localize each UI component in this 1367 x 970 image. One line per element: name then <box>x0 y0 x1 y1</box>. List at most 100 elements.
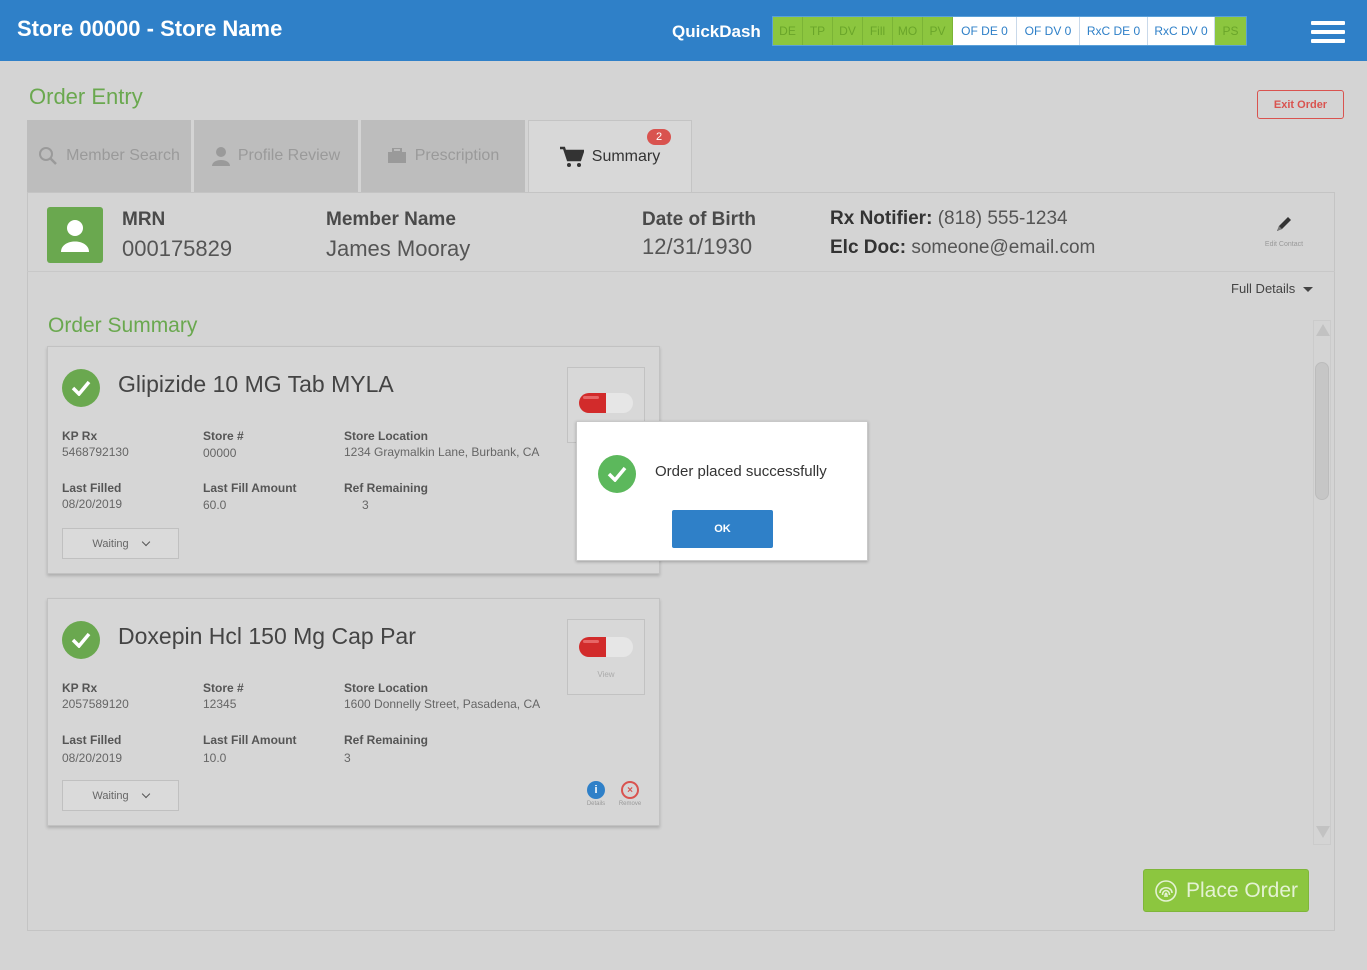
ok-button[interactable]: OK <box>672 510 773 548</box>
summary-count-badge: 2 <box>647 129 671 145</box>
store-location-value: 1234 Graymalkin Lane, Burbank, CA <box>344 445 540 459</box>
scroll-down-arrow-icon[interactable] <box>1316 826 1330 838</box>
tab-label: Profile Review <box>237 147 341 164</box>
capsule-icon <box>577 391 635 420</box>
check-circle-icon <box>62 621 100 659</box>
quickdash-of-dv[interactable]: OF DV 0 <box>1017 17 1080 45</box>
quickdash-dv[interactable]: DV <box>833 17 863 45</box>
remove-x-icon: × <box>621 781 639 799</box>
quickdash-tp[interactable]: TP <box>803 17 833 45</box>
store-number-value: 00000 <box>203 446 237 460</box>
rx-notifier-value: (818) 555-1234 <box>937 208 1068 229</box>
tab-label: Summary <box>591 147 661 165</box>
tab-label: Member Search <box>66 147 180 164</box>
search-icon <box>38 146 58 166</box>
status-dropdown[interactable]: Waiting <box>62 528 179 559</box>
store-number-label: Store # <box>203 681 244 695</box>
member-name-value: James Mooray <box>326 236 471 261</box>
status-value: Waiting <box>92 789 129 802</box>
store-title: Store 00000 - Store Name <box>17 16 283 41</box>
quickdash-fill[interactable]: Fill <box>863 17 893 45</box>
capsule-icon <box>577 635 635 664</box>
quickdash-de[interactable]: DE <box>773 17 803 45</box>
quickdash-mo[interactable]: MO <box>893 17 923 45</box>
fingerprint-icon <box>1154 879 1178 903</box>
last-fill-amount-label: Last Fill Amount <box>203 733 297 747</box>
member-name-label: Member Name <box>326 209 456 230</box>
store-number-value: 12345 <box>203 697 237 711</box>
last-filled-label: Last Filled <box>62 733 122 747</box>
success-dialog: Order placed successfully OK <box>576 421 868 561</box>
drug-name: Glipizide 10 MG Tab MYLA <box>118 371 394 397</box>
pencil-icon <box>1274 217 1294 238</box>
place-order-label: Place Order <box>1185 878 1299 902</box>
order-card: Doxepin Hcl 150 Mg Cap Par View KP Rx 20… <box>47 598 660 826</box>
info-icon: i <box>587 781 605 799</box>
mrn-value: 000175829 <box>122 236 233 261</box>
last-filled-value: 08/20/2019 <box>62 751 123 765</box>
store-location-label: Store Location <box>344 681 429 695</box>
last-filled-label: Last Filled <box>62 481 122 495</box>
details-label: Details <box>586 801 606 807</box>
top-bar: Store 00000 - Store Name QuickDash DE TP… <box>0 0 1367 61</box>
cart-icon <box>559 146 584 168</box>
last-fill-amount-value: 10.0 <box>203 751 227 765</box>
tab-summary[interactable]: Summary 2 <box>528 120 692 192</box>
tab-label: Prescription <box>414 147 500 164</box>
last-fill-amount-label: Last Fill Amount <box>203 481 297 495</box>
dialog-message: Order placed successfully <box>655 463 827 480</box>
store-location-value: 1600 Donnelly Street, Pasadena, CA <box>344 697 541 711</box>
briefcase-icon <box>387 148 407 164</box>
details-button[interactable]: i Details <box>579 781 613 807</box>
tab-member-search[interactable]: Member Search <box>27 120 191 192</box>
store-location-label: Store Location <box>344 429 429 443</box>
avatar <box>47 207 103 263</box>
quickdash-rxc-de[interactable]: RxC DE 0 <box>1080 17 1148 45</box>
quickdash-rxc-dv[interactable]: RxC DV 0 <box>1148 17 1215 45</box>
dob-value: 12/31/1930 <box>642 234 753 259</box>
status-value: Waiting <box>92 537 129 550</box>
rx-notifier-label: Rx Notifier: <box>830 208 933 229</box>
drug-name: Doxepin Hcl 150 Mg Cap Par <box>118 623 416 649</box>
elc-doc-label: Elc Doc: <box>830 237 907 258</box>
edit-contact-button[interactable]: Edit Contact <box>1259 214 1309 248</box>
remove-button[interactable]: × Remove <box>613 781 647 807</box>
ref-remaining-label: Ref Remaining <box>344 733 429 747</box>
kp-rx-label: KP Rx <box>62 429 98 443</box>
chevron-down-icon <box>141 789 150 798</box>
mrn-label: MRN <box>122 209 166 230</box>
scroll-up-arrow-icon[interactable] <box>1316 324 1330 336</box>
place-order-button[interactable]: Place Order <box>1143 869 1309 912</box>
full-details-toggle[interactable]: Full Details <box>1231 281 1314 296</box>
hamburger-menu-icon[interactable] <box>1311 21 1345 43</box>
view-pill-button[interactable]: View <box>567 619 645 695</box>
dob-label: Date of Birth <box>642 209 756 230</box>
quickdash-label[interactable]: QuickDash <box>672 22 761 42</box>
quickdash-ps[interactable]: PS <box>1215 17 1246 45</box>
user-icon <box>211 146 230 166</box>
elc-doc: Elc Doc: someone@email.com <box>830 237 1095 259</box>
chevron-down-icon <box>141 537 150 546</box>
full-details-label: Full Details <box>1231 281 1296 296</box>
elc-doc-value: someone@email.com <box>911 237 1096 258</box>
tab-prescription[interactable]: Prescription <box>361 120 525 192</box>
page-title: Order Entry <box>29 84 143 109</box>
rx-notifier: Rx Notifier: (818) 555-1234 <box>830 208 1068 230</box>
view-label: View <box>597 670 615 679</box>
ref-remaining-value: 3 <box>362 498 369 512</box>
scrollbar-thumb[interactable] <box>1315 362 1329 500</box>
edit-contact-label: Edit Contact <box>1264 241 1304 248</box>
exit-order-button[interactable]: Exit Order <box>1257 90 1344 119</box>
quickdash-of-de[interactable]: OF DE 0 <box>953 17 1017 45</box>
order-summary-title: Order Summary <box>48 314 198 337</box>
last-filled-value: 08/20/2019 <box>62 497 123 511</box>
check-circle-icon <box>598 455 636 493</box>
ref-remaining-value: 3 <box>344 751 351 765</box>
tab-profile-review[interactable]: Profile Review <box>194 120 358 192</box>
remove-label: Remove <box>618 801 642 807</box>
check-circle-icon <box>62 369 100 407</box>
quickdash-pv[interactable]: PV <box>923 17 953 45</box>
status-dropdown[interactable]: Waiting <box>62 780 179 811</box>
kp-rx-value: 5468792130 <box>62 445 129 459</box>
kp-rx-value: 2057589120 <box>62 697 129 711</box>
